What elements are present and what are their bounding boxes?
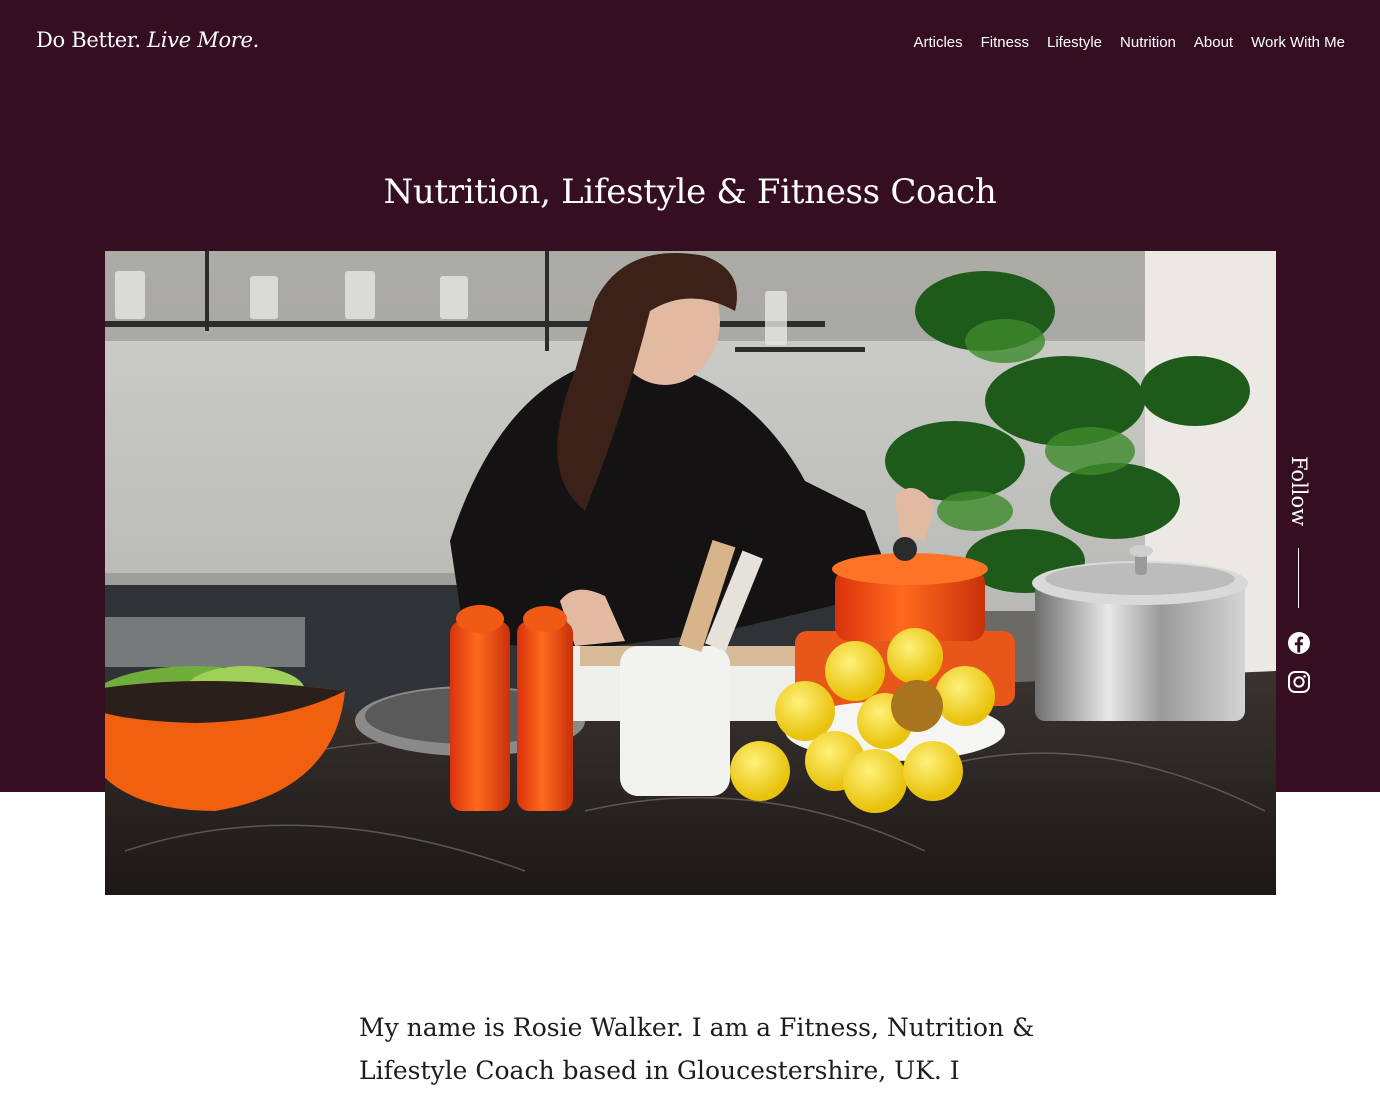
nav-about[interactable]: About <box>1194 34 1233 51</box>
nav-articles[interactable]: Articles <box>913 34 962 51</box>
logo-text-regular: Do Better. <box>36 28 141 52</box>
hero-image <box>105 251 1276 895</box>
nav-nutrition[interactable]: Nutrition <box>1120 34 1176 51</box>
instagram-icon[interactable] <box>1287 670 1311 694</box>
follow-label: Follow <box>1287 456 1311 527</box>
logo-text-italic: Live More. <box>147 28 260 52</box>
main-nav: Articles Fitness Lifestyle Nutrition Abo… <box>913 34 1345 51</box>
facebook-icon[interactable] <box>1287 631 1311 655</box>
follow-divider <box>1298 548 1299 608</box>
nav-work-with-me[interactable]: Work With Me <box>1251 34 1345 51</box>
nav-fitness[interactable]: Fitness <box>981 34 1029 51</box>
nav-lifestyle[interactable]: Lifestyle <box>1047 34 1102 51</box>
page-title: Nutrition, Lifestyle & Fitness Coach <box>383 172 997 212</box>
site-header: Do Better. Live More. Articles Fitness L… <box>0 0 1380 90</box>
follow-rail: Follow <box>1282 456 1316 706</box>
site-logo[interactable]: Do Better. Live More. <box>36 28 259 52</box>
hero-photo-illustration <box>105 251 1276 895</box>
intro-paragraph: My name is Rosie Walker. I am a Fitness,… <box>359 1013 1035 1085</box>
